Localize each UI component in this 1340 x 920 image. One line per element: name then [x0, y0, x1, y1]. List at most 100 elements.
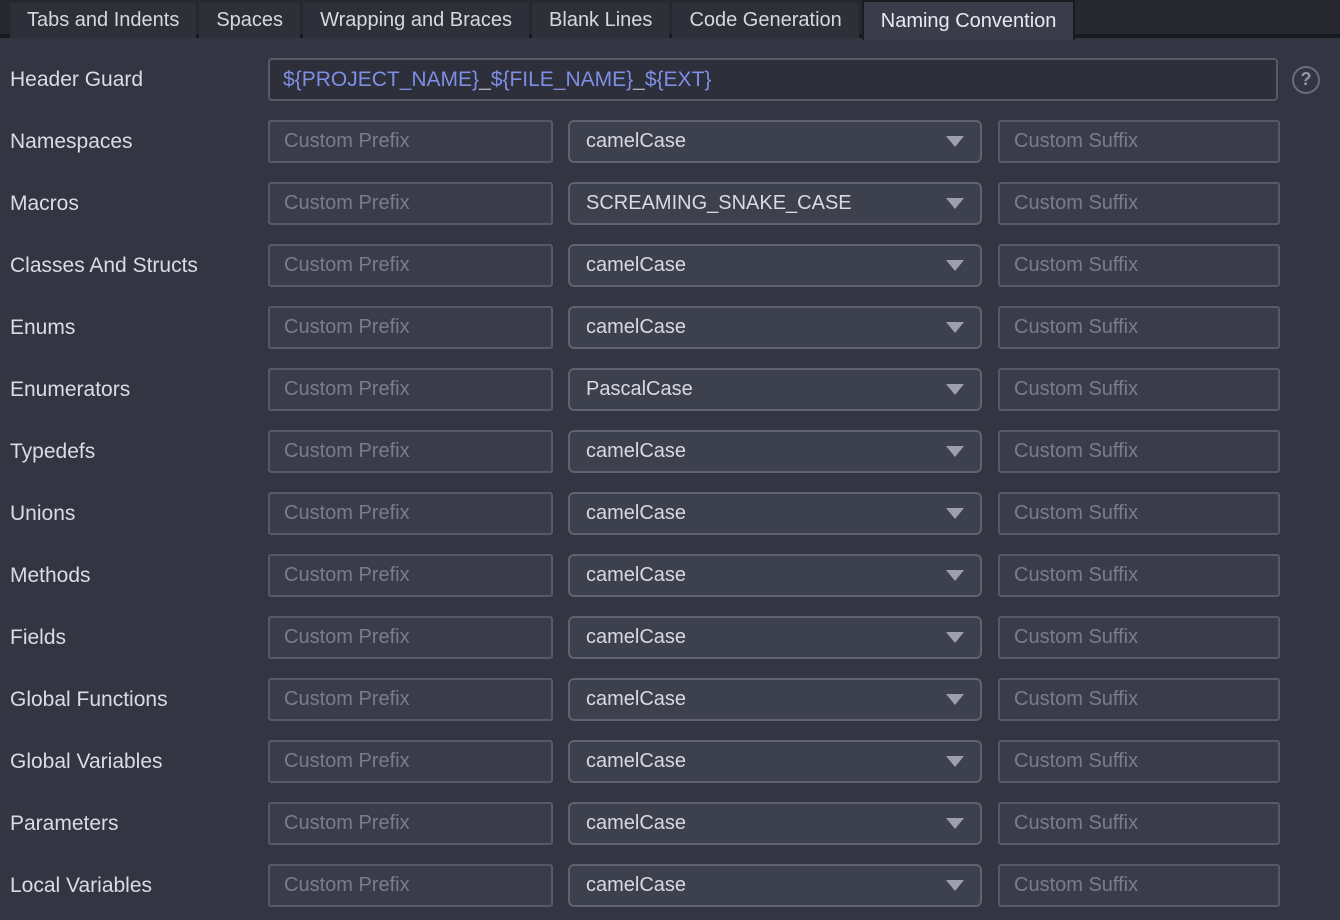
- naming-style-dropdown[interactable]: camelCase: [568, 802, 982, 845]
- naming-style-value: camelCase: [586, 874, 686, 897]
- naming-style-value: camelCase: [586, 688, 686, 711]
- custom-suffix-input[interactable]: [998, 368, 1280, 411]
- chevron-down-icon: [946, 570, 964, 581]
- naming-style-dropdown[interactable]: camelCase: [568, 864, 982, 907]
- custom-suffix-input[interactable]: [998, 492, 1280, 535]
- chevron-down-icon: [946, 508, 964, 519]
- header-guard-row: Header Guard ${PROJECT_NAME}_${FILE_NAME…: [10, 58, 1340, 101]
- naming-style-dropdown[interactable]: PascalCase: [568, 368, 982, 411]
- tab-tabs-and-indents[interactable]: Tabs and Indents: [10, 3, 196, 38]
- row-label: Fields: [10, 626, 268, 650]
- naming-row-global-variables: Global Variables camelCase: [10, 740, 1340, 783]
- custom-suffix-input[interactable]: [998, 244, 1280, 287]
- naming-style-dropdown[interactable]: camelCase: [568, 430, 982, 473]
- naming-style-value: camelCase: [586, 440, 686, 463]
- naming-rows-list: Namespaces camelCase Macros SCREAMING_SN…: [10, 120, 1340, 907]
- chevron-down-icon: [946, 694, 964, 705]
- naming-row-enums: Enums camelCase: [10, 306, 1340, 349]
- naming-style-value: camelCase: [586, 626, 686, 649]
- row-label: Macros: [10, 192, 268, 216]
- custom-suffix-input[interactable]: [998, 740, 1280, 783]
- header-guard-value-macro: ${FILE_NAME}: [491, 68, 633, 92]
- row-label: Parameters: [10, 812, 268, 836]
- tab-naming-convention[interactable]: Naming Convention: [862, 0, 1076, 40]
- custom-suffix-input[interactable]: [998, 802, 1280, 845]
- naming-row-local-variables: Local Variables camelCase: [10, 864, 1340, 907]
- custom-prefix-input[interactable]: [268, 368, 553, 411]
- custom-prefix-input[interactable]: [268, 120, 553, 163]
- custom-suffix-input[interactable]: [998, 120, 1280, 163]
- chevron-down-icon: [946, 632, 964, 643]
- naming-style-value: camelCase: [586, 502, 686, 525]
- naming-row-macros: Macros SCREAMING_SNAKE_CASE: [10, 182, 1340, 225]
- chevron-down-icon: [946, 260, 964, 271]
- naming-row-namespaces: Namespaces camelCase: [10, 120, 1340, 163]
- row-label: Classes And Structs: [10, 254, 268, 278]
- custom-prefix-input[interactable]: [268, 492, 553, 535]
- naming-row-fields: Fields camelCase: [10, 616, 1340, 659]
- chevron-down-icon: [946, 818, 964, 829]
- tab-label: Wrapping and Braces: [320, 9, 512, 32]
- naming-style-dropdown[interactable]: camelCase: [568, 306, 982, 349]
- custom-prefix-input[interactable]: [268, 182, 553, 225]
- custom-suffix-input[interactable]: [998, 678, 1280, 721]
- custom-prefix-input[interactable]: [268, 678, 553, 721]
- naming-style-value: camelCase: [586, 316, 686, 339]
- naming-style-dropdown[interactable]: camelCase: [568, 244, 982, 287]
- row-label: Methods: [10, 564, 268, 588]
- header-guard-input[interactable]: ${PROJECT_NAME}_${FILE_NAME}_${EXT}: [268, 58, 1278, 101]
- custom-prefix-input[interactable]: [268, 616, 553, 659]
- naming-style-value: camelCase: [586, 812, 686, 835]
- naming-style-value: camelCase: [586, 254, 686, 277]
- row-label: Namespaces: [10, 130, 268, 154]
- row-label: Local Variables: [10, 874, 268, 898]
- naming-style-value: PascalCase: [586, 378, 693, 401]
- naming-row-unions: Unions camelCase: [10, 492, 1340, 535]
- chevron-down-icon: [946, 384, 964, 395]
- tab-wrapping-and-braces[interactable]: Wrapping and Braces: [303, 3, 529, 38]
- naming-style-dropdown[interactable]: SCREAMING_SNAKE_CASE: [568, 182, 982, 225]
- custom-suffix-input[interactable]: [998, 554, 1280, 597]
- custom-prefix-input[interactable]: [268, 244, 553, 287]
- custom-suffix-input[interactable]: [998, 616, 1280, 659]
- tab-blank-lines[interactable]: Blank Lines: [532, 3, 669, 38]
- header-guard-value-macro: ${PROJECT_NAME}: [283, 68, 479, 92]
- tab-label: Tabs and Indents: [27, 9, 179, 32]
- naming-style-dropdown[interactable]: camelCase: [568, 492, 982, 535]
- naming-style-dropdown[interactable]: camelCase: [568, 678, 982, 721]
- row-label: Global Variables: [10, 750, 268, 774]
- naming-style-dropdown[interactable]: camelCase: [568, 740, 982, 783]
- naming-row-classes-and-structs: Classes And Structs camelCase: [10, 244, 1340, 287]
- naming-style-dropdown[interactable]: camelCase: [568, 616, 982, 659]
- tab-code-generation[interactable]: Code Generation: [672, 3, 858, 38]
- row-label: Typedefs: [10, 440, 268, 464]
- header-guard-value-macro: ${EXT}: [645, 68, 712, 92]
- row-label: Enums: [10, 316, 268, 340]
- naming-row-enumerators: Enumerators PascalCase: [10, 368, 1340, 411]
- tab-spaces[interactable]: Spaces: [199, 3, 300, 38]
- naming-style-dropdown[interactable]: camelCase: [568, 554, 982, 597]
- row-label: Enumerators: [10, 378, 268, 402]
- naming-style-value: camelCase: [586, 130, 686, 153]
- tab-label: Naming Convention: [881, 10, 1057, 33]
- custom-prefix-input[interactable]: [268, 864, 553, 907]
- custom-prefix-input[interactable]: [268, 802, 553, 845]
- custom-suffix-input[interactable]: [998, 864, 1280, 907]
- custom-suffix-input[interactable]: [998, 306, 1280, 349]
- naming-style-dropdown[interactable]: camelCase: [568, 120, 982, 163]
- chevron-down-icon: [946, 198, 964, 209]
- naming-style-value: camelCase: [586, 564, 686, 587]
- custom-prefix-input[interactable]: [268, 430, 553, 473]
- custom-prefix-input[interactable]: [268, 740, 553, 783]
- custom-suffix-input[interactable]: [998, 182, 1280, 225]
- chevron-down-icon: [946, 446, 964, 457]
- naming-row-parameters: Parameters camelCase: [10, 802, 1340, 845]
- custom-suffix-input[interactable]: [998, 430, 1280, 473]
- naming-row-methods: Methods camelCase: [10, 554, 1340, 597]
- custom-prefix-input[interactable]: [268, 554, 553, 597]
- code-style-tab-bar: Tabs and Indents Spaces Wrapping and Bra…: [0, 0, 1340, 38]
- tab-label: Blank Lines: [549, 9, 652, 32]
- question-circle-icon[interactable]: ?: [1292, 66, 1320, 94]
- custom-prefix-input[interactable]: [268, 306, 553, 349]
- row-label: Unions: [10, 502, 268, 526]
